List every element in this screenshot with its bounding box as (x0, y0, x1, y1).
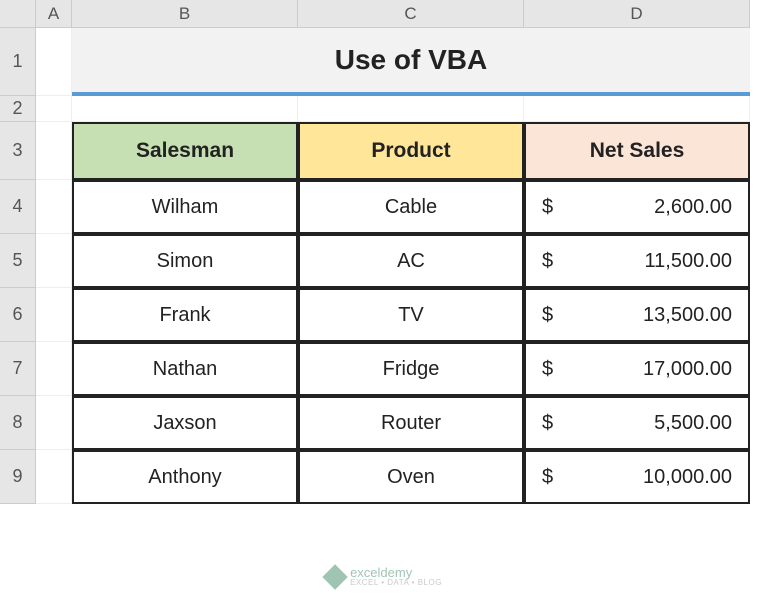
cell-a6[interactable] (36, 288, 72, 342)
cell-product[interactable]: Oven (298, 450, 524, 504)
cell-product[interactable]: Router (298, 396, 524, 450)
amount: 17,000.00 (643, 358, 732, 381)
currency-symbol: $ (542, 466, 553, 489)
amount: 10,000.00 (643, 466, 732, 489)
cell-a9[interactable] (36, 450, 72, 504)
row-head-4[interactable]: 4 (0, 180, 36, 234)
cell-netsales[interactable]: $17,000.00 (524, 342, 750, 396)
cell-netsales[interactable]: $13,500.00 (524, 288, 750, 342)
cell-product[interactable]: Cable (298, 180, 524, 234)
cell-salesman[interactable]: Simon (72, 234, 298, 288)
currency-symbol: $ (542, 412, 553, 435)
row-head-1[interactable]: 1 (0, 28, 36, 96)
col-head-b[interactable]: B (72, 0, 298, 28)
select-all-corner[interactable] (0, 0, 36, 28)
currency-symbol: $ (542, 250, 553, 273)
page-title[interactable]: Use of VBA (72, 28, 750, 96)
cell-a3[interactable] (36, 122, 72, 180)
col-head-c[interactable]: C (298, 0, 524, 28)
header-salesman[interactable]: Salesman (72, 122, 298, 180)
header-netsales[interactable]: Net Sales (524, 122, 750, 180)
cell-netsales[interactable]: $5,500.00 (524, 396, 750, 450)
row-head-2[interactable]: 2 (0, 96, 36, 122)
col-head-d[interactable]: D (524, 0, 750, 28)
cell-salesman[interactable]: Anthony (72, 450, 298, 504)
row-head-6[interactable]: 6 (0, 288, 36, 342)
row-head-8[interactable]: 8 (0, 396, 36, 450)
cell-a7[interactable] (36, 342, 72, 396)
row-head-3[interactable]: 3 (0, 122, 36, 180)
row-head-7[interactable]: 7 (0, 342, 36, 396)
watermark: exceldemy EXCEL • DATA • BLOG (326, 566, 442, 587)
header-product[interactable]: Product (298, 122, 524, 180)
row-head-9[interactable]: 9 (0, 450, 36, 504)
row-head-5[interactable]: 5 (0, 234, 36, 288)
cell-b3[interactable] (72, 96, 298, 122)
cell-product[interactable]: AC (298, 234, 524, 288)
col-head-a[interactable]: A (36, 0, 72, 28)
cell-netsales[interactable]: $11,500.00 (524, 234, 750, 288)
amount: 13,500.00 (643, 304, 732, 327)
cell-salesman[interactable]: Jaxson (72, 396, 298, 450)
cell-a2[interactable] (36, 96, 72, 122)
cell-salesman[interactable]: Frank (72, 288, 298, 342)
currency-symbol: $ (542, 304, 553, 327)
spreadsheet-grid[interactable]: A B C D 1 2 3 4 5 6 7 8 9 Use of VBA Sal… (0, 0, 768, 504)
watermark-sub: EXCEL • DATA • BLOG (350, 579, 442, 587)
currency-symbol: $ (542, 358, 553, 381)
cell-a4[interactable] (36, 180, 72, 234)
amount: 2,600.00 (654, 196, 732, 219)
cell-c3[interactable] (298, 96, 524, 122)
cell-a5[interactable] (36, 234, 72, 288)
cell-salesman[interactable]: Nathan (72, 342, 298, 396)
cell-a8[interactable] (36, 396, 72, 450)
cell-netsales[interactable]: $2,600.00 (524, 180, 750, 234)
cell-a1[interactable] (36, 28, 72, 96)
amount: 11,500.00 (645, 250, 733, 273)
amount: 5,500.00 (654, 412, 732, 435)
cell-product[interactable]: TV (298, 288, 524, 342)
cell-d3[interactable] (524, 96, 750, 122)
currency-symbol: $ (542, 196, 553, 219)
watermark-logo-icon (322, 564, 347, 589)
cell-product[interactable]: Fridge (298, 342, 524, 396)
cell-netsales[interactable]: $10,000.00 (524, 450, 750, 504)
cell-salesman[interactable]: Wilham (72, 180, 298, 234)
